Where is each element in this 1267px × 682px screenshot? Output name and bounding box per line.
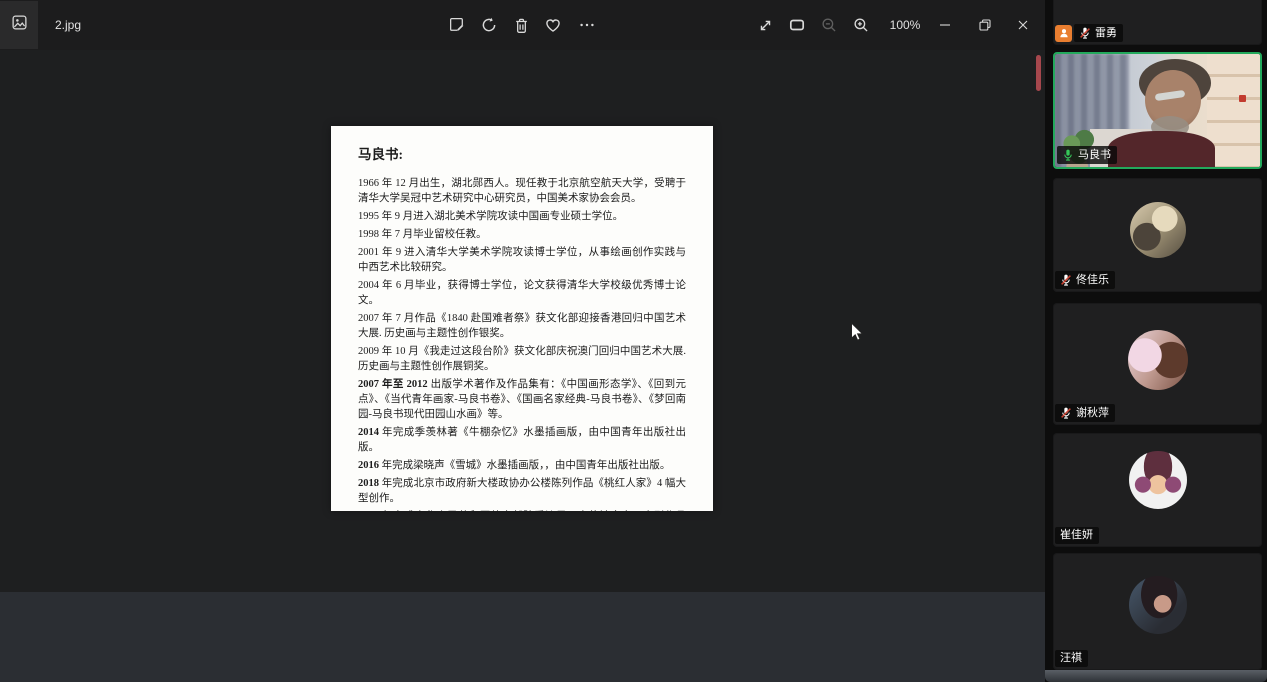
host-badge-icon: [1055, 25, 1072, 42]
participant-name: 佟佳乐: [1076, 274, 1109, 287]
document-paragraph: 2007 年 7 月作品《1840 赴国难者祭》获文化部迎接香港回归中国艺术大展…: [358, 311, 686, 341]
zoom-level: 100%: [884, 0, 926, 50]
photo-viewer-window: 2.jpg: [0, 0, 1045, 592]
actual-size-button[interactable]: [753, 13, 777, 37]
restore-icon: [978, 18, 992, 32]
mic-active-icon: [1061, 148, 1075, 162]
avatar: [1128, 330, 1188, 390]
background-window: [0, 592, 1045, 682]
document-title: 马良书:: [358, 143, 686, 163]
diagonal-arrows-icon: [757, 17, 774, 34]
more-ellipsis-icon: [578, 16, 596, 34]
zoom-in-icon: [852, 16, 870, 34]
document-paragraph: 2009 年 10 月《我走过这段台阶》获文化部庆祝澳门回归中国艺术大展. 历史…: [358, 344, 686, 374]
panel-bottom-edge: [1045, 670, 1267, 682]
participant-name: 汪祺: [1060, 652, 1082, 665]
fit-window-icon: [788, 16, 806, 34]
edit-image-icon: [448, 16, 466, 34]
rotate-icon: [480, 16, 498, 34]
document-paragraph: 2018 年完成中华人民共和国外交部驻爱沙尼亚大使馆会客厅大型作品《家在南国》。: [358, 509, 686, 511]
document-paragraph: 2018 年完成北京市政府新大楼政协办公楼陈列作品《桃红人家》4 幅大型创作。: [358, 476, 686, 506]
see-all-photos-button[interactable]: [0, 1, 38, 49]
close-button[interactable]: [1001, 0, 1045, 50]
minimize-icon: [938, 18, 952, 32]
participant-tile-cuijiayan[interactable]: 崔佳妍: [1053, 433, 1262, 547]
photo-document: 马良书: 1966 年 12 月出生，湖北郧西人。现任教于北京航空航天大学，受聘…: [331, 126, 713, 511]
image-canvas[interactable]: 马良书: 1966 年 12 月出生，湖北郧西人。现任教于北京航空航天大学，受聘…: [0, 50, 1045, 592]
participant-name: 崔佳妍: [1060, 529, 1093, 542]
gallery-icon: [11, 14, 28, 36]
participant-tile-maliangshu[interactable]: 马良书: [1053, 52, 1262, 169]
file-title: 2.jpg: [55, 0, 81, 50]
document-paragraph: 2007 年至 2012 出版学术著作及作品集有：《中国画形态学》、《回到元点》…: [358, 377, 686, 422]
avatar: [1130, 202, 1186, 258]
delete-icon: [513, 17, 530, 34]
avatar: [1129, 576, 1187, 634]
participant-tile-leiyong[interactable]: 雷勇: [1053, 0, 1262, 45]
document-paragraph: 1966 年 12 月出生，湖北郧西人。现任教于北京航空航天大学，受聘于清华大学…: [358, 176, 686, 206]
fit-to-window-button[interactable]: [785, 13, 809, 37]
document-paragraph: 2001 年 9 进入清华大学美术学院攻读博士学位，从事绘画创作实践与中西艺术比…: [358, 245, 686, 275]
mic-muted-icon: [1059, 406, 1073, 420]
participant-name: 雷勇: [1095, 27, 1117, 40]
zoom-in-button[interactable]: [849, 13, 873, 37]
minimize-button[interactable]: [923, 0, 967, 50]
participant-tile-xieqiuping[interactable]: 谢秋萍: [1053, 303, 1262, 425]
favorite-button[interactable]: [541, 13, 565, 37]
participant-tile-tongjiale[interactable]: 佟佳乐: [1053, 178, 1262, 292]
rotate-button[interactable]: [477, 13, 501, 37]
document-paragraph: 2014 年完成季羡林著《牛棚杂忆》水墨插画版，由中国青年出版社出版。: [358, 425, 686, 455]
document-paragraph: 2016 年完成梁晓声《雪城》水墨插画版，，由中国青年出版社出版。: [358, 458, 686, 473]
mic-muted-icon: [1059, 273, 1073, 287]
participant-tile-wangqi[interactable]: 汪祺: [1053, 553, 1262, 670]
zoom-out-button[interactable]: [817, 13, 841, 37]
mic-muted-icon: [1078, 26, 1092, 40]
edit-image-button[interactable]: [445, 13, 469, 37]
document-paragraph: 1995 年 9 月进入湖北美术学院攻读中国画专业硕士学位。: [358, 209, 686, 224]
avatar: [1129, 451, 1187, 509]
delete-button[interactable]: [509, 13, 533, 37]
document-paragraph: 2004 年 6 月毕业，获得博士学位，论文获得清华大学校级优秀博士论文。: [358, 278, 686, 308]
more-options-button[interactable]: [575, 13, 599, 37]
participant-name: 谢秋萍: [1076, 407, 1109, 420]
zoom-out-icon: [820, 16, 838, 34]
meeting-participants-panel: 雷勇: [1045, 0, 1267, 682]
participant-name: 马良书: [1078, 149, 1111, 162]
scroll-indicator[interactable]: [1036, 55, 1041, 91]
favorite-heart-icon: [544, 16, 562, 34]
close-icon: [1016, 18, 1030, 32]
viewer-titlebar: 2.jpg: [0, 0, 1045, 50]
screen: 2.jpg: [0, 0, 1267, 682]
document-paragraph: 1998 年 7 月毕业留校任教。: [358, 227, 686, 242]
